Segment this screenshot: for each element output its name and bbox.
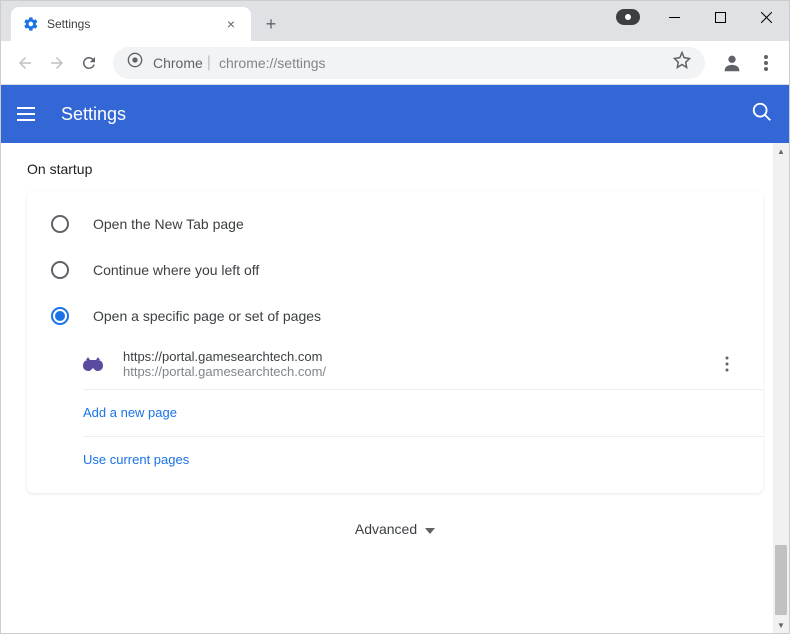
new-tab-button[interactable]: + — [257, 10, 285, 38]
use-current-pages-link[interactable]: Use current pages — [83, 436, 763, 483]
kebab-menu-button[interactable] — [751, 48, 781, 78]
bookmark-star-icon[interactable] — [673, 51, 691, 74]
address-bar[interactable]: Chrome | chrome://settings — [113, 47, 705, 79]
browser-toolbar: Chrome | chrome://settings — [1, 41, 789, 85]
radio-icon — [51, 215, 69, 233]
section-heading: On startup — [1, 161, 789, 191]
radio-icon — [51, 307, 69, 325]
close-window-button[interactable] — [743, 1, 789, 33]
tab-title: Settings — [47, 17, 223, 31]
gamepad-icon — [83, 354, 103, 374]
startup-option-new-tab[interactable]: Open the New Tab page — [27, 201, 763, 247]
reload-button[interactable] — [73, 47, 105, 79]
more-actions-button[interactable] — [715, 352, 739, 376]
startup-page-title: https://portal.gamesearchtech.com — [123, 349, 715, 364]
scroll-up-icon[interactable]: ▲ — [773, 143, 789, 159]
startup-option-specific-pages[interactable]: Open a specific page or set of pages — [27, 293, 763, 339]
add-new-page-link[interactable]: Add a new page — [83, 389, 763, 436]
window-titlebar: Settings × + — [1, 1, 789, 41]
startup-page-url: https://portal.gamesearchtech.com/ — [123, 364, 715, 379]
omnibox-prefix: Chrome — [153, 55, 203, 71]
hamburger-menu-icon[interactable] — [17, 102, 41, 126]
back-button[interactable] — [9, 47, 41, 79]
scroll-down-icon[interactable]: ▼ — [773, 617, 789, 633]
advanced-toggle[interactable]: Advanced — [1, 493, 789, 549]
startup-option-continue[interactable]: Continue where you left off — [27, 247, 763, 293]
forward-button[interactable] — [41, 47, 73, 79]
maximize-button[interactable] — [697, 1, 743, 33]
gear-icon — [23, 16, 39, 32]
scroll-thumb[interactable] — [775, 545, 787, 615]
close-icon[interactable]: × — [223, 16, 239, 32]
radio-icon — [51, 261, 69, 279]
omnibox-url: chrome://settings — [219, 55, 673, 71]
chrome-icon — [127, 52, 143, 73]
settings-content: On startup Open the New Tab page Continu… — [1, 143, 789, 633]
settings-header: Settings — [1, 85, 789, 143]
startup-card: Open the New Tab page Continue where you… — [27, 191, 763, 493]
profile-button[interactable] — [717, 48, 747, 78]
search-icon[interactable] — [751, 101, 773, 128]
startup-page-entry: https://portal.gamesearchtech.com https:… — [83, 339, 763, 389]
browser-tab[interactable]: Settings × — [11, 7, 251, 41]
chevron-down-icon — [425, 521, 435, 537]
scrollbar[interactable]: ▲ ▼ — [773, 143, 789, 633]
incognito-indicator[interactable] — [605, 1, 651, 33]
minimize-button[interactable] — [651, 1, 697, 33]
page-title: Settings — [61, 104, 751, 125]
